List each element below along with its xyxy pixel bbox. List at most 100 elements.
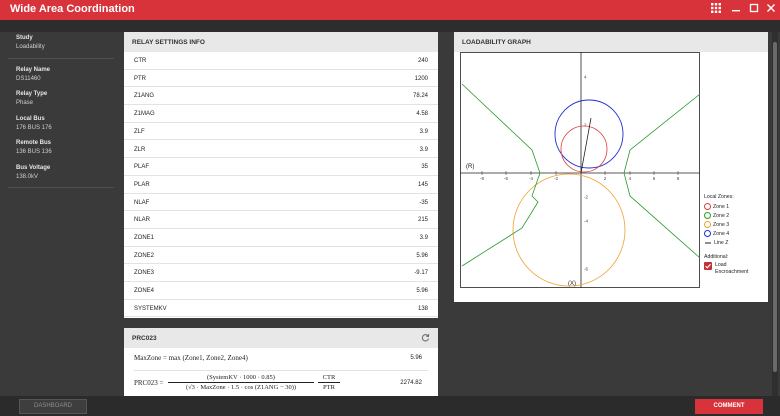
maxzone-value: 5.96 [410,355,422,361]
prc023-panel: PRC023 MaxZone = max (Zone1, Zone2, Zone… [124,328,438,396]
scrollbar-thumb[interactable] [773,42,777,372]
legend-zone-label: Zone 3 [713,221,730,228]
settings-row: SYSTEMKV 138 [124,300,438,318]
legend-zone-label: Zone 1 [713,203,730,210]
refresh-icon[interactable] [421,333,430,344]
y-tick-label: -2 [584,195,588,200]
sidebar-value: Loadability [16,44,45,50]
settings-row: NLAR 215 [124,211,438,229]
x-tick-label: -4 [529,176,533,181]
setting-key: PLAF [134,164,150,171]
legend-line-z-label: Line Z [714,240,729,246]
load-encroachment-label: Load Encroachment [715,262,748,276]
setting-key: Z1ANG [134,93,155,100]
setting-key: ZLF [134,128,145,135]
settings-row: ZLF 3.9 [124,123,438,141]
setting-key: PTR [134,75,146,82]
sidebar-value: 136 BUS 136 [16,149,52,155]
loadability-graph-panel: LOADABILITY GRAPH -8 -6 -4 -2 2 4 6 8 4 2 -2 -4 -6 … [454,32,768,302]
sidebar-relay-type: Relay Type Phase [16,91,47,106]
load-label-line1: Load [715,262,727,268]
legend-title: Local Zones: [704,194,734,200]
prc023-title: PRC023 [132,335,157,342]
settings-row: PLAR 145 [124,176,438,194]
setting-value: -35 [419,199,428,206]
minimize-icon[interactable] [728,2,744,18]
setting-key: CTR [134,58,147,64]
legend-zone-item: Zone 4 [704,230,766,237]
setting-value: 215 [417,217,428,224]
sidebar-label: Relay Type [16,91,48,97]
setting-key: Z1MAG [134,111,155,118]
close-icon[interactable] [763,2,779,18]
load-label-line2: Encroachment [715,269,749,275]
settings-row: CTR 240 [124,52,438,70]
sidebar-label: Bus Voltage [16,165,51,171]
y-tick-label: -4 [584,219,588,224]
line-z-icon [705,242,711,244]
setting-value: 35 [421,164,428,171]
legend-zone-item: Zone 3 [704,221,766,228]
sidebar-remote-bus: Remote Bus 136 BUS 136 [16,140,52,155]
setting-value: 78.24 [412,93,428,100]
settings-row: ZLR 3.9 [124,141,438,159]
divider [134,370,428,371]
toolbar-strip [0,20,780,32]
settings-row: ZONE3 -9.17 [124,264,438,283]
x-tick-label: -8 [480,176,484,181]
sidebar-value: 176 BUS 176 [16,125,52,131]
ctr-ptr-fraction: CTR PTR [318,374,340,391]
setting-value: 3.9 [419,146,428,153]
sidebar-label: Study [16,35,33,41]
load-encroachment-checkbox[interactable] [704,262,712,270]
zone-circle-icon [704,212,711,219]
fraction-bar [168,382,314,383]
sidebar-label: Relay Name [16,67,51,73]
setting-value: 145 [417,181,428,188]
settings-row: ZONE2 5.96 [124,247,438,265]
load-encroachment-toggle[interactable]: Load Encroachment [704,262,766,276]
setting-value: 1200 [414,75,428,82]
zone-circle-icon [704,203,711,210]
sidebar-bus-voltage: Bus Voltage 138.0kV [16,165,50,180]
fraction-bar [318,382,340,383]
maxzone-formula: MaxZone = max (Zone1, Zone2, Zone4) [134,354,248,362]
relay-settings-title: RELAY SETTINGS INFO [124,32,438,52]
zone-circle-icon [704,221,711,228]
graph-legend: Local Zones: Zone 1 Zone 2 Zone 3 Zone 4 Li… [704,194,766,276]
sidebar-value: 138.0kV [16,174,39,180]
setting-value: -9.17 [414,270,428,277]
prc023-value: 2274.82 [400,380,422,386]
settings-row: Z1MAG 4.58 [124,105,438,123]
legend-zone-label: Zone 2 [713,212,730,219]
bottom-bar [0,396,780,416]
legend-zone-item: Zone 1 [704,203,766,210]
settings-row: ZONE1 3.9 [124,229,438,247]
vertical-scrollbar[interactable] [772,32,778,396]
setting-key: SYSTEMKV [134,305,167,312]
checkmark-icon [705,263,711,269]
dashboard-button[interactable]: DASHBOARD [19,399,87,414]
setting-key: ZONE4 [134,288,155,295]
setting-key: ZONE2 [134,252,155,259]
relay-settings-panel: RELAY SETTINGS INFO CTR 240 PTR 1200 Z1ANG 78… [124,32,438,318]
maximize-icon[interactable] [746,2,762,18]
sidebar-relay-name: Relay Name DS11460 [16,67,50,82]
setting-value: 138 [417,305,428,312]
setting-key: PLAR [134,181,150,188]
sidebar-label: Remote Bus [16,140,52,146]
x-tick-label: -2 [554,176,558,181]
setting-value: 3.9 [419,128,428,135]
prc023-fraction: (SystemKV · 1000 · 0.85) (√3 · MaxZone ·… [168,374,314,391]
title-bar: Wide Area Coordination [0,0,780,20]
zone-circle-icon [704,230,711,237]
setting-value: 5.96 [416,252,428,259]
x-tick-label: -6 [504,176,508,181]
settings-row: PLAF 35 [124,158,438,176]
divider [8,187,114,188]
legend-zone-label: Zone 4 [713,230,730,237]
apps-grid-icon[interactable] [708,2,724,18]
divider [8,58,114,59]
comment-button[interactable]: COMMENT [695,399,763,414]
setting-key: NLAR [134,217,151,224]
